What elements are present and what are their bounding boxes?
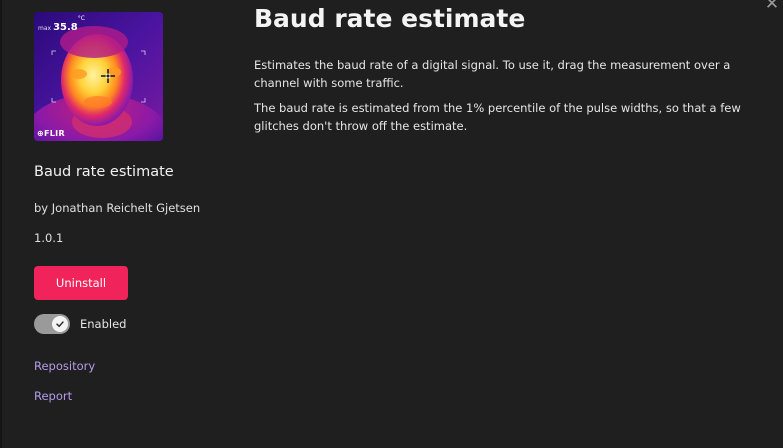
flir-logo: ⊕FLIR bbox=[37, 129, 65, 138]
temperature-readout: max 35.8°C bbox=[38, 15, 85, 34]
enabled-label: Enabled bbox=[80, 317, 127, 331]
enabled-toggle-row: Enabled bbox=[34, 314, 126, 334]
uninstall-button[interactable]: Uninstall bbox=[34, 266, 128, 300]
temperature-value: 35.8 bbox=[53, 22, 78, 33]
close-icon[interactable]: ✕ bbox=[763, 0, 781, 14]
report-link[interactable]: Report bbox=[34, 389, 72, 403]
max-label: max bbox=[38, 25, 52, 32]
left-edge-divider bbox=[0, 0, 2, 448]
toggle-knob bbox=[52, 316, 68, 332]
plugin-version: 1.0.1 bbox=[34, 231, 64, 245]
description-paragraph: Estimates the baud rate of a digital sig… bbox=[254, 58, 731, 90]
details-title: Baud rate estimate bbox=[254, 4, 526, 33]
plugin-image: max 35.8°C ⊕FLIR bbox=[34, 12, 163, 141]
repository-link[interactable]: Repository bbox=[34, 359, 95, 373]
plugin-details-dialog: ✕ max 35.8°C ⊕FLIR Baud rate estimate by… bbox=[0, 0, 783, 448]
enabled-toggle[interactable] bbox=[34, 314, 70, 334]
plugin-author: by Jonathan Reichelt Gjetsen bbox=[34, 201, 201, 215]
description-paragraph: The baud rate is estimated from the 1% p… bbox=[254, 101, 741, 133]
temperature-unit: °C bbox=[77, 15, 85, 22]
plugin-name: Baud rate estimate bbox=[34, 164, 174, 180]
checkmark-icon bbox=[56, 321, 64, 328]
